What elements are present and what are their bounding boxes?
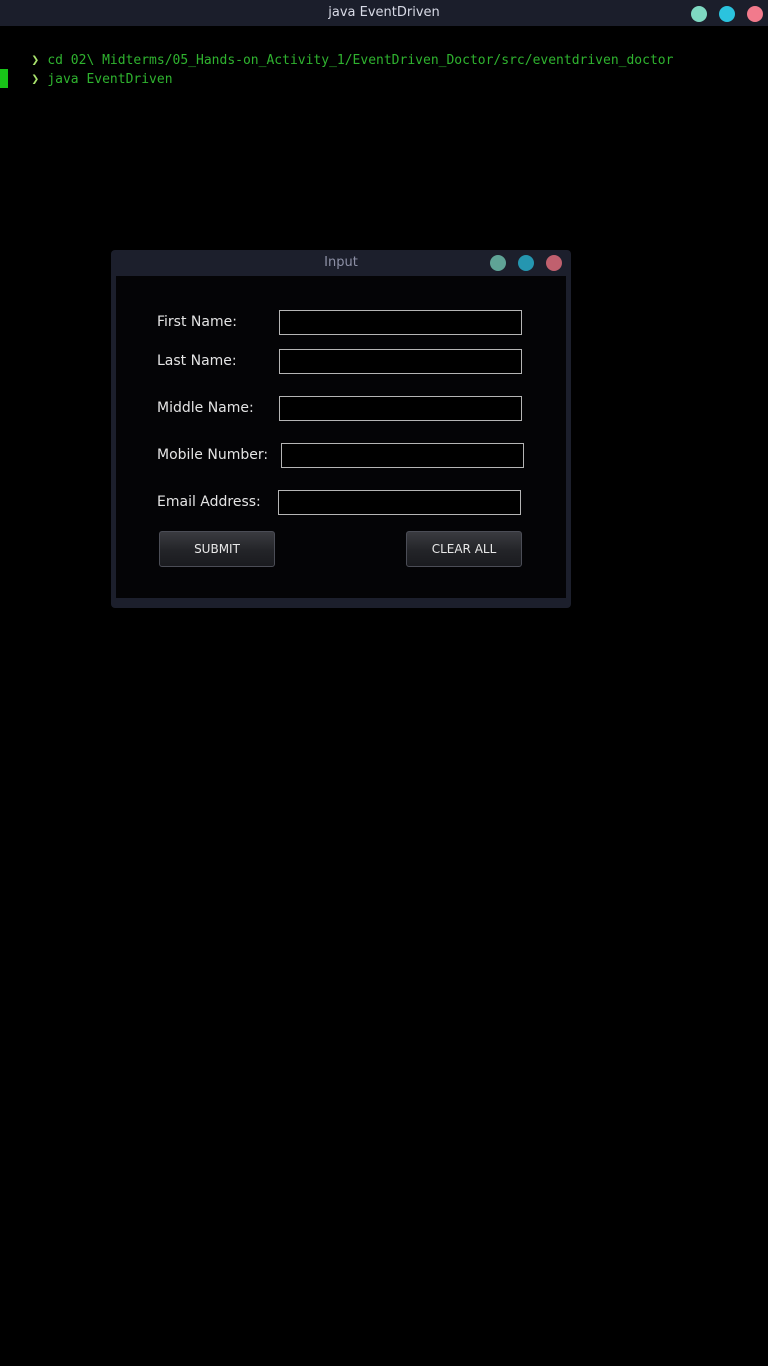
email-address-label: Email Address: (157, 494, 261, 510)
dialog-close-button[interactable] (546, 255, 562, 271)
prompt-chevron-icon: ❯ (31, 72, 40, 87)
middle-name-input[interactable] (279, 396, 522, 421)
dialog-minimize-button[interactable] (490, 255, 506, 271)
input-dialog: Input First Name: Last Name: Middle Name… (111, 250, 571, 608)
terminal-title: java EventDriven (328, 5, 440, 20)
terminal-titlebar: java EventDriven (0, 0, 768, 26)
clear-all-button[interactable]: CLEAR ALL (406, 531, 522, 567)
mobile-number-label: Mobile Number: (157, 447, 269, 463)
terminal-cursor (0, 69, 8, 88)
last-name-label: Last Name: (157, 353, 237, 369)
middle-name-label: Middle Name: (157, 400, 254, 416)
dialog-maximize-button[interactable] (518, 255, 534, 271)
email-address-input[interactable] (278, 490, 521, 515)
dialog-form: First Name: Last Name: Middle Name: Mobi… (116, 276, 566, 598)
terminal-minimize-button[interactable] (691, 6, 707, 22)
first-name-input[interactable] (279, 310, 522, 335)
last-name-input[interactable] (279, 349, 522, 374)
first-name-label: First Name: (157, 314, 237, 330)
submit-button[interactable]: SUBMIT (159, 531, 275, 567)
terminal-maximize-button[interactable] (719, 6, 735, 22)
terminal-output[interactable]: ❯ cd 02\ Midterms/05_Hands-on_Activity_1/… (0, 26, 768, 1366)
terminal-close-button[interactable] (747, 6, 763, 22)
terminal-command-text: java EventDriven (47, 72, 173, 87)
terminal-line: ❯ cd 02\ Midterms/05_Hands-on_Activity_1/… (0, 32, 673, 68)
terminal-line: ❯ java EventDriven (0, 51, 172, 87)
mobile-number-input[interactable] (281, 443, 524, 468)
dialog-titlebar[interactable]: Input (111, 250, 571, 276)
